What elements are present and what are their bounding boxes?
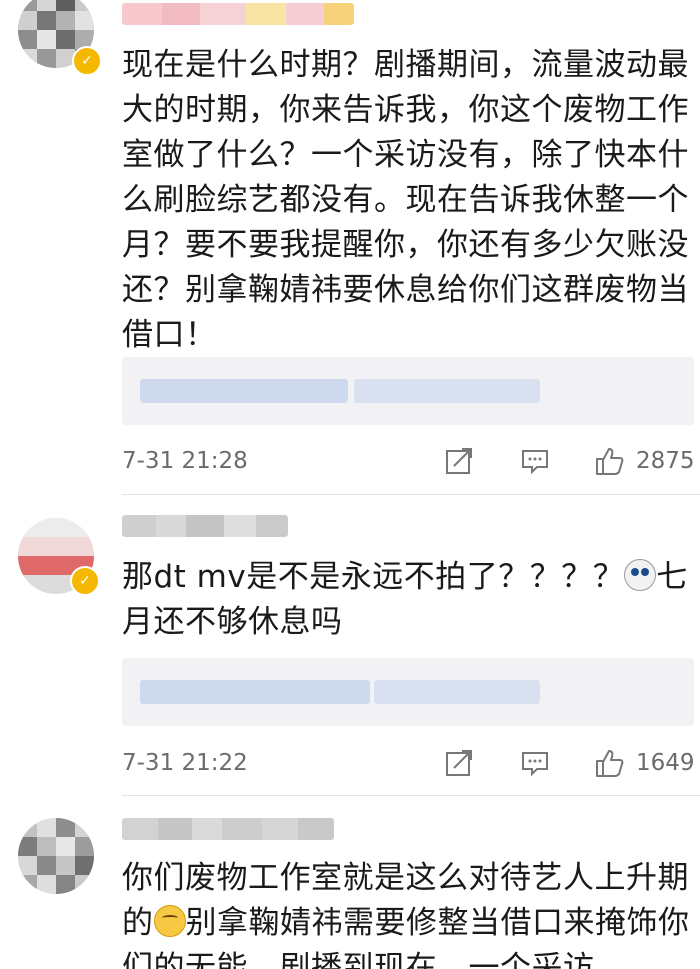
comment-icon[interactable] <box>520 748 550 778</box>
like-count: 2875 <box>636 448 695 474</box>
divider <box>122 795 700 796</box>
avatar[interactable] <box>18 818 94 894</box>
divider <box>122 494 700 495</box>
comment-footer: 7-31 21:22 1649 <box>122 746 700 780</box>
reply-preview[interactable] <box>122 357 694 425</box>
verified-badge-icon: ✓ <box>72 46 102 76</box>
comment-text: 现在是什么时期？剧播期间，流量波动最大的时期，你来告诉我，你这个废物工作室做了什… <box>122 47 689 353</box>
verified-badge-icon: ✓ <box>70 566 100 596</box>
comment-icon[interactable] <box>520 446 550 476</box>
comment-footer: 7-31 21:28 2875 <box>122 444 700 478</box>
shocked-emoji-icon <box>624 559 657 591</box>
username-blurred[interactable] <box>122 818 334 840</box>
username-blurred[interactable] <box>122 515 288 537</box>
timestamp: 7-31 21:28 <box>122 448 248 474</box>
comment-text: 那dt mv是不是永远不拍了？？？？ 七月还不够休息吗 <box>122 555 697 645</box>
thumbs-up-icon[interactable] <box>594 446 624 476</box>
timestamp: 7-31 21:22 <box>122 750 248 776</box>
thumbs-up-icon[interactable] <box>594 748 624 778</box>
share-icon[interactable] <box>444 748 474 778</box>
thinking-emoji-icon <box>153 905 186 937</box>
like-count: 1649 <box>636 750 695 776</box>
comment-text: 你们废物工作室就是这么对待艺人上升期的 别拿鞠婧祎需要修整当借口来掩饰你们的无能。… <box>122 856 697 969</box>
username-blurred[interactable] <box>122 3 354 25</box>
comment-text-part: 别拿鞠婧祎需要修整当借口来掩饰你们的无能。剧播到现在，一个采访 <box>122 905 690 969</box>
comment-text-part: 那dt mv是不是永远不拍了？？？？ <box>122 559 625 595</box>
reply-preview[interactable] <box>122 658 694 726</box>
share-icon[interactable] <box>444 446 474 476</box>
